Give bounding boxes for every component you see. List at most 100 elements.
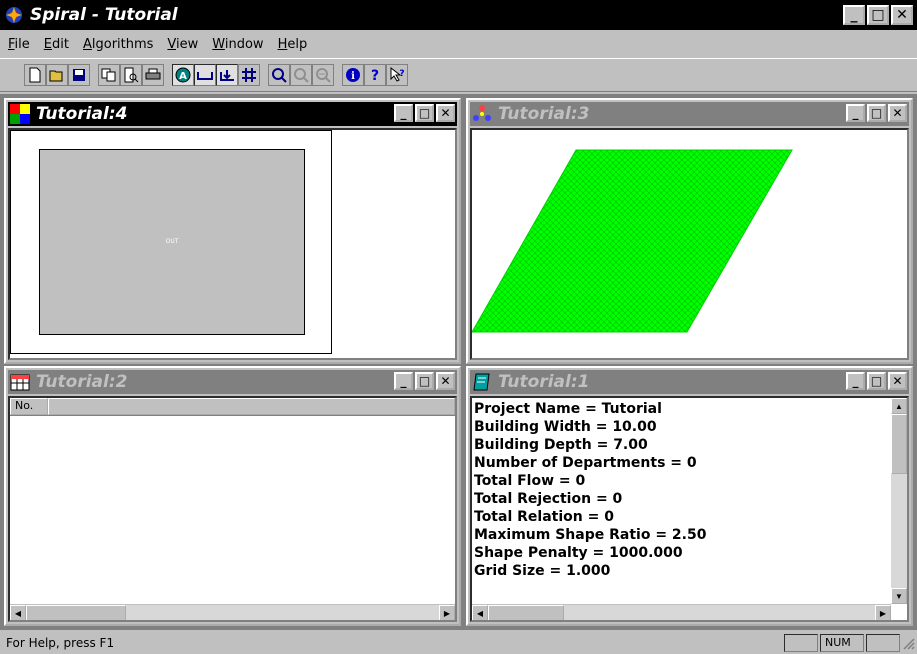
- toolbar: A i ? ?: [0, 58, 917, 92]
- property-line: Total Relation = 0: [474, 509, 614, 525]
- info-icon[interactable]: i: [342, 64, 364, 86]
- menu-view[interactable]: View: [167, 37, 198, 52]
- scroll-thumb[interactable]: [891, 414, 907, 474]
- resize-grip-icon[interactable]: [901, 636, 915, 653]
- window-title-bar[interactable]: Tutorial:3 _ □ ✕: [470, 102, 909, 126]
- horizontal-scrollbar[interactable]: ◀ ▶: [10, 604, 455, 620]
- scroll-right-icon[interactable]: ▶: [875, 605, 891, 620]
- title-bar[interactable]: Spiral - Tutorial _ □ ✕: [0, 0, 917, 30]
- maximize-button[interactable]: □: [867, 372, 886, 390]
- property-line: Building Width = 10.00: [474, 419, 657, 435]
- window-title-bar[interactable]: Tutorial:1 _ □ ✕: [470, 370, 909, 394]
- status-help-text: For Help, press F1: [6, 636, 115, 650]
- scroll-thumb[interactable]: [488, 605, 564, 620]
- close-button[interactable]: ✕: [436, 372, 455, 390]
- window-title: Tutorial:1: [498, 372, 590, 392]
- app-title: Spiral - Tutorial: [30, 5, 178, 25]
- print-icon[interactable]: [142, 64, 164, 86]
- context-help-icon[interactable]: ?: [386, 64, 408, 86]
- network-icon: [472, 104, 492, 124]
- print-preview-icon[interactable]: [120, 64, 142, 86]
- scroll-up-icon[interactable]: ▲: [891, 398, 907, 414]
- notebook-icon: [472, 372, 492, 392]
- property-line: Maximum Shape Ratio = 2.50: [474, 527, 707, 543]
- application-window: Spiral - Tutorial _ □ ✕ File Edit Algori…: [0, 0, 917, 654]
- menu-help[interactable]: Help: [278, 37, 308, 52]
- vertical-scrollbar[interactable]: ▲ ▼: [891, 398, 907, 604]
- status-indicator-caps: [784, 634, 818, 652]
- out-label: OUT: [165, 238, 179, 245]
- help-icon[interactable]: ?: [364, 64, 386, 86]
- minimize-button[interactable]: _: [394, 104, 413, 122]
- layout-sheet: OUT: [10, 130, 332, 354]
- scroll-left-icon[interactable]: ◀: [10, 605, 26, 620]
- horizontal-scrollbar[interactable]: ◀ ▶: [472, 604, 891, 620]
- svg-text:?: ?: [371, 68, 379, 83]
- window-title-bar[interactable]: Tutorial:2 _ □ ✕: [8, 370, 457, 394]
- project-properties: Project Name = Tutorial Building Width =…: [474, 400, 706, 580]
- algorithm-icon[interactable]: A: [172, 64, 194, 86]
- minimize-button[interactable]: _: [394, 372, 413, 390]
- window-title: Tutorial:3: [498, 104, 590, 124]
- window-tutorial-3[interactable]: Tutorial:3 _ □ ✕: [466, 98, 913, 364]
- minimize-button[interactable]: _: [846, 104, 865, 122]
- status-indicator-num: NUM: [820, 634, 864, 652]
- window-tutorial-1[interactable]: Tutorial:1 _ □ ✕ Project Name = Tutorial…: [466, 366, 913, 626]
- scroll-down-icon[interactable]: ▼: [891, 588, 907, 604]
- open-icon[interactable]: [46, 64, 68, 86]
- maximize-button[interactable]: □: [867, 104, 886, 122]
- window-tutorial-2[interactable]: Tutorial:2 _ □ ✕ No. ◀ ▶: [4, 366, 461, 626]
- app-minimize-button[interactable]: _: [843, 5, 865, 25]
- close-button[interactable]: ✕: [888, 372, 907, 390]
- menu-bar: File Edit Algorithms View Window Help: [0, 32, 917, 56]
- app-maximize-button[interactable]: □: [867, 5, 889, 25]
- zoom-fit-icon[interactable]: [312, 64, 334, 86]
- zoom-in-icon[interactable]: [268, 64, 290, 86]
- menu-window[interactable]: Window: [212, 37, 263, 52]
- flow-icon[interactable]: [216, 64, 238, 86]
- window-title: Tutorial:4: [36, 104, 128, 124]
- property-line: Grid Size = 1.000: [474, 563, 611, 579]
- property-line: Total Flow = 0: [474, 473, 586, 489]
- graph-view[interactable]: [470, 128, 909, 360]
- close-button[interactable]: ✕: [436, 104, 455, 122]
- window-title: Tutorial:2: [36, 372, 128, 392]
- maximize-button[interactable]: □: [415, 372, 434, 390]
- property-line: Building Depth = 7.00: [474, 437, 648, 453]
- app-close-button[interactable]: ✕: [891, 5, 913, 25]
- column-header-empty[interactable]: [48, 398, 455, 415]
- grid-icon[interactable]: [238, 64, 260, 86]
- window-title-bar[interactable]: Tutorial:4 _ □ ✕: [8, 102, 457, 126]
- svg-text:i: i: [351, 71, 355, 82]
- scroll-left-icon[interactable]: ◀: [472, 605, 488, 620]
- new-icon[interactable]: [24, 64, 46, 86]
- maximize-button[interactable]: □: [415, 104, 434, 122]
- layout-icon: [10, 104, 30, 124]
- menu-edit[interactable]: Edit: [44, 37, 69, 52]
- scroll-right-icon[interactable]: ▶: [439, 605, 455, 620]
- property-line: Total Rejection = 0: [474, 491, 623, 507]
- menu-algorithms[interactable]: Algorithms: [83, 37, 153, 52]
- minimize-button[interactable]: _: [846, 372, 865, 390]
- list-header: No.: [10, 398, 455, 416]
- layout-view[interactable]: OUT: [8, 128, 457, 360]
- status-bar: For Help, press F1 NUM: [0, 632, 917, 654]
- menu-file[interactable]: File: [8, 37, 30, 52]
- svg-text:A: A: [179, 71, 187, 82]
- mdi-client-area: Tutorial:4 _ □ ✕ OUT Tutorial:3 _ □ ✕ Tu…: [0, 94, 917, 630]
- column-header-no[interactable]: No.: [10, 398, 48, 415]
- window-tutorial-4[interactable]: Tutorial:4 _ □ ✕ OUT: [4, 98, 461, 364]
- project-properties-view[interactable]: Project Name = Tutorial Building Width =…: [470, 396, 909, 622]
- property-line: Number of Departments = 0: [474, 455, 697, 471]
- scroll-thumb[interactable]: [26, 605, 126, 620]
- close-button[interactable]: ✕: [888, 104, 907, 122]
- department-list[interactable]: No. ◀ ▶: [8, 396, 457, 622]
- measure-icon[interactable]: [194, 64, 216, 86]
- copy-icon[interactable]: [98, 64, 120, 86]
- spiral-app-icon: [4, 5, 24, 25]
- zoom-out-icon[interactable]: [290, 64, 312, 86]
- table-icon: [10, 372, 30, 392]
- building-outline[interactable]: OUT: [39, 149, 305, 335]
- green-parallelogram: [472, 149, 793, 333]
- save-icon[interactable]: [68, 64, 90, 86]
